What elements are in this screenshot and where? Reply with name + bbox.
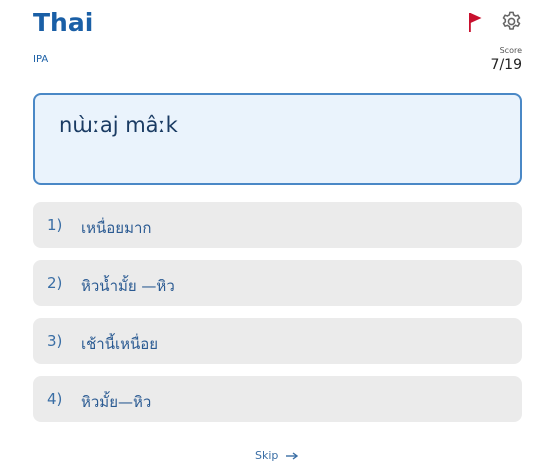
script-mode-label: IPA [33, 54, 49, 65]
gear-icon[interactable] [500, 10, 523, 33]
score-label: Score [499, 46, 522, 55]
app-title: Thai [33, 8, 94, 37]
skip-label: Skip [255, 449, 279, 462]
prompt-text: nɯ̀ːaj mâːk [59, 113, 178, 137]
prompt-card: nɯ̀ːaj mâːk [33, 93, 522, 185]
answer-option-4[interactable]: 4) หิวมั้ย—หิว [33, 376, 522, 422]
answer-option-2[interactable]: 2) หิวน้ำมั้ย —หิว [33, 260, 522, 306]
flag-icon[interactable] [466, 11, 484, 33]
option-number: 1) [47, 216, 63, 234]
option-text: เหนื่อยมาก [81, 219, 152, 237]
score-value: 7/19 [490, 57, 522, 73]
option-number: 4) [47, 390, 63, 408]
option-number: 3) [47, 332, 63, 350]
score-panel: Score 7/19 [491, 46, 522, 74]
option-text: หิวน้ำมั้ย —หิว [81, 277, 175, 295]
answer-option-1[interactable]: 1) เหนื่อยมาก [33, 202, 522, 248]
option-number: 2) [47, 274, 63, 292]
option-text: หิวมั้ย—หิว [81, 393, 152, 411]
answer-option-3[interactable]: 3) เช้านี้เหนื่อย [33, 318, 522, 364]
arrow-right-icon [286, 451, 299, 460]
option-text: เช้านี้เหนื่อย [81, 335, 159, 353]
skip-button[interactable]: Skip [255, 449, 299, 462]
